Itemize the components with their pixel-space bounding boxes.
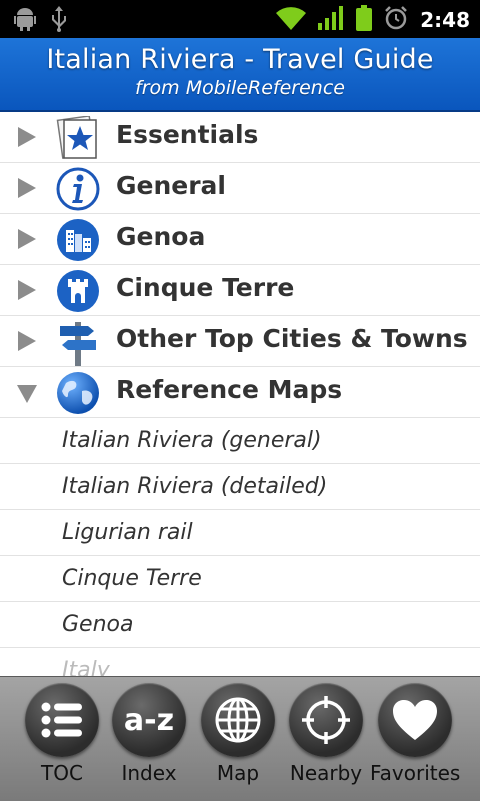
signpost-icon [56,320,100,366]
wifi-icon [276,6,307,34]
page-subtitle: from MobileReference [135,77,345,99]
reference-map-label: Italian Riviera (detailed) [62,474,328,499]
reference-map-label: Cinque Terre [62,566,202,591]
tab-nearby[interactable]: Nearby [281,683,371,785]
expand-arrow-icon [18,280,36,300]
essentials-star-icon [56,115,100,160]
toc-section-label: Other Top Cities & Towns [116,324,468,353]
signal-icon [318,6,344,34]
tab-label: Map [216,761,260,785]
globe-grid-icon [201,683,275,757]
toc-section-label: Essentials [116,120,259,149]
toc-section-label: Reference Maps [116,375,343,404]
reference-map-label: Genoa [62,612,134,637]
tab-label: TOC [41,761,83,785]
toc-section-label: Genoa [116,222,206,251]
crosshair-icon [289,683,363,757]
globe-icon [56,371,100,415]
expand-arrow-icon [18,127,36,147]
expand-arrow-icon [18,178,36,198]
toc-list[interactable]: Essentials General Genoa Cinque Terre Ot… [0,112,480,676]
android-debug-icon [14,7,36,35]
reference-map-item[interactable]: Genoa [0,602,480,648]
reference-map-item[interactable]: Italy [0,648,480,676]
reference-map-label: Ligurian rail [62,520,193,545]
usb-icon [50,6,68,36]
tab-toc[interactable]: TOC [17,683,107,785]
toc-section-label: General [116,171,226,200]
tab-favorites[interactable]: Favorites [370,683,460,785]
app-header: Italian Riviera - Travel Guide from Mobi… [0,38,480,112]
reference-map-item[interactable]: Italian Riviera (detailed) [0,464,480,510]
list-icon [25,683,99,757]
tab-index[interactable]: a-z Index [104,683,194,785]
toc-section-genoa[interactable]: Genoa [0,214,480,265]
toc-section-other-top-cities[interactable]: Other Top Cities & Towns [0,316,480,367]
info-icon [56,167,100,211]
expand-arrow-icon [18,229,36,249]
toc-section-reference-maps[interactable]: Reference Maps [0,367,480,418]
castle-tower-icon [56,269,100,313]
toc-section-label: Cinque Terre [116,273,295,302]
bottom-nav-bar: TOC a-z Index Map Nearby Favorites [0,676,480,801]
tab-label: Favorites [370,761,461,785]
reference-map-item[interactable]: Ligurian rail [0,510,480,556]
toc-section-general[interactable]: General [0,163,480,214]
tab-label: Nearby [289,761,363,785]
clock-time: 2:48 [420,8,470,32]
toc-section-cinque-terre[interactable]: Cinque Terre [0,265,480,316]
heart-icon [378,683,452,757]
status-bar: 2:48 [0,0,480,38]
battery-icon [356,5,373,35]
collapse-arrow-icon [17,385,37,403]
a-z-glyph: a-z [123,702,175,738]
alarm-icon [384,6,408,34]
toc-section-essentials[interactable]: Essentials [0,112,480,163]
tab-map[interactable]: Map [193,683,283,785]
city-buildings-icon [56,218,100,262]
reference-map-label: Italy [62,658,110,676]
reference-map-item[interactable]: Cinque Terre [0,556,480,602]
tab-label: Index [121,761,177,785]
reference-map-item[interactable]: Italian Riviera (general) [0,418,480,464]
page-title: Italian Riviera - Travel Guide [46,44,434,75]
a-z-icon: a-z [112,683,186,757]
expand-arrow-icon [18,331,36,351]
reference-map-label: Italian Riviera (general) [62,428,322,453]
